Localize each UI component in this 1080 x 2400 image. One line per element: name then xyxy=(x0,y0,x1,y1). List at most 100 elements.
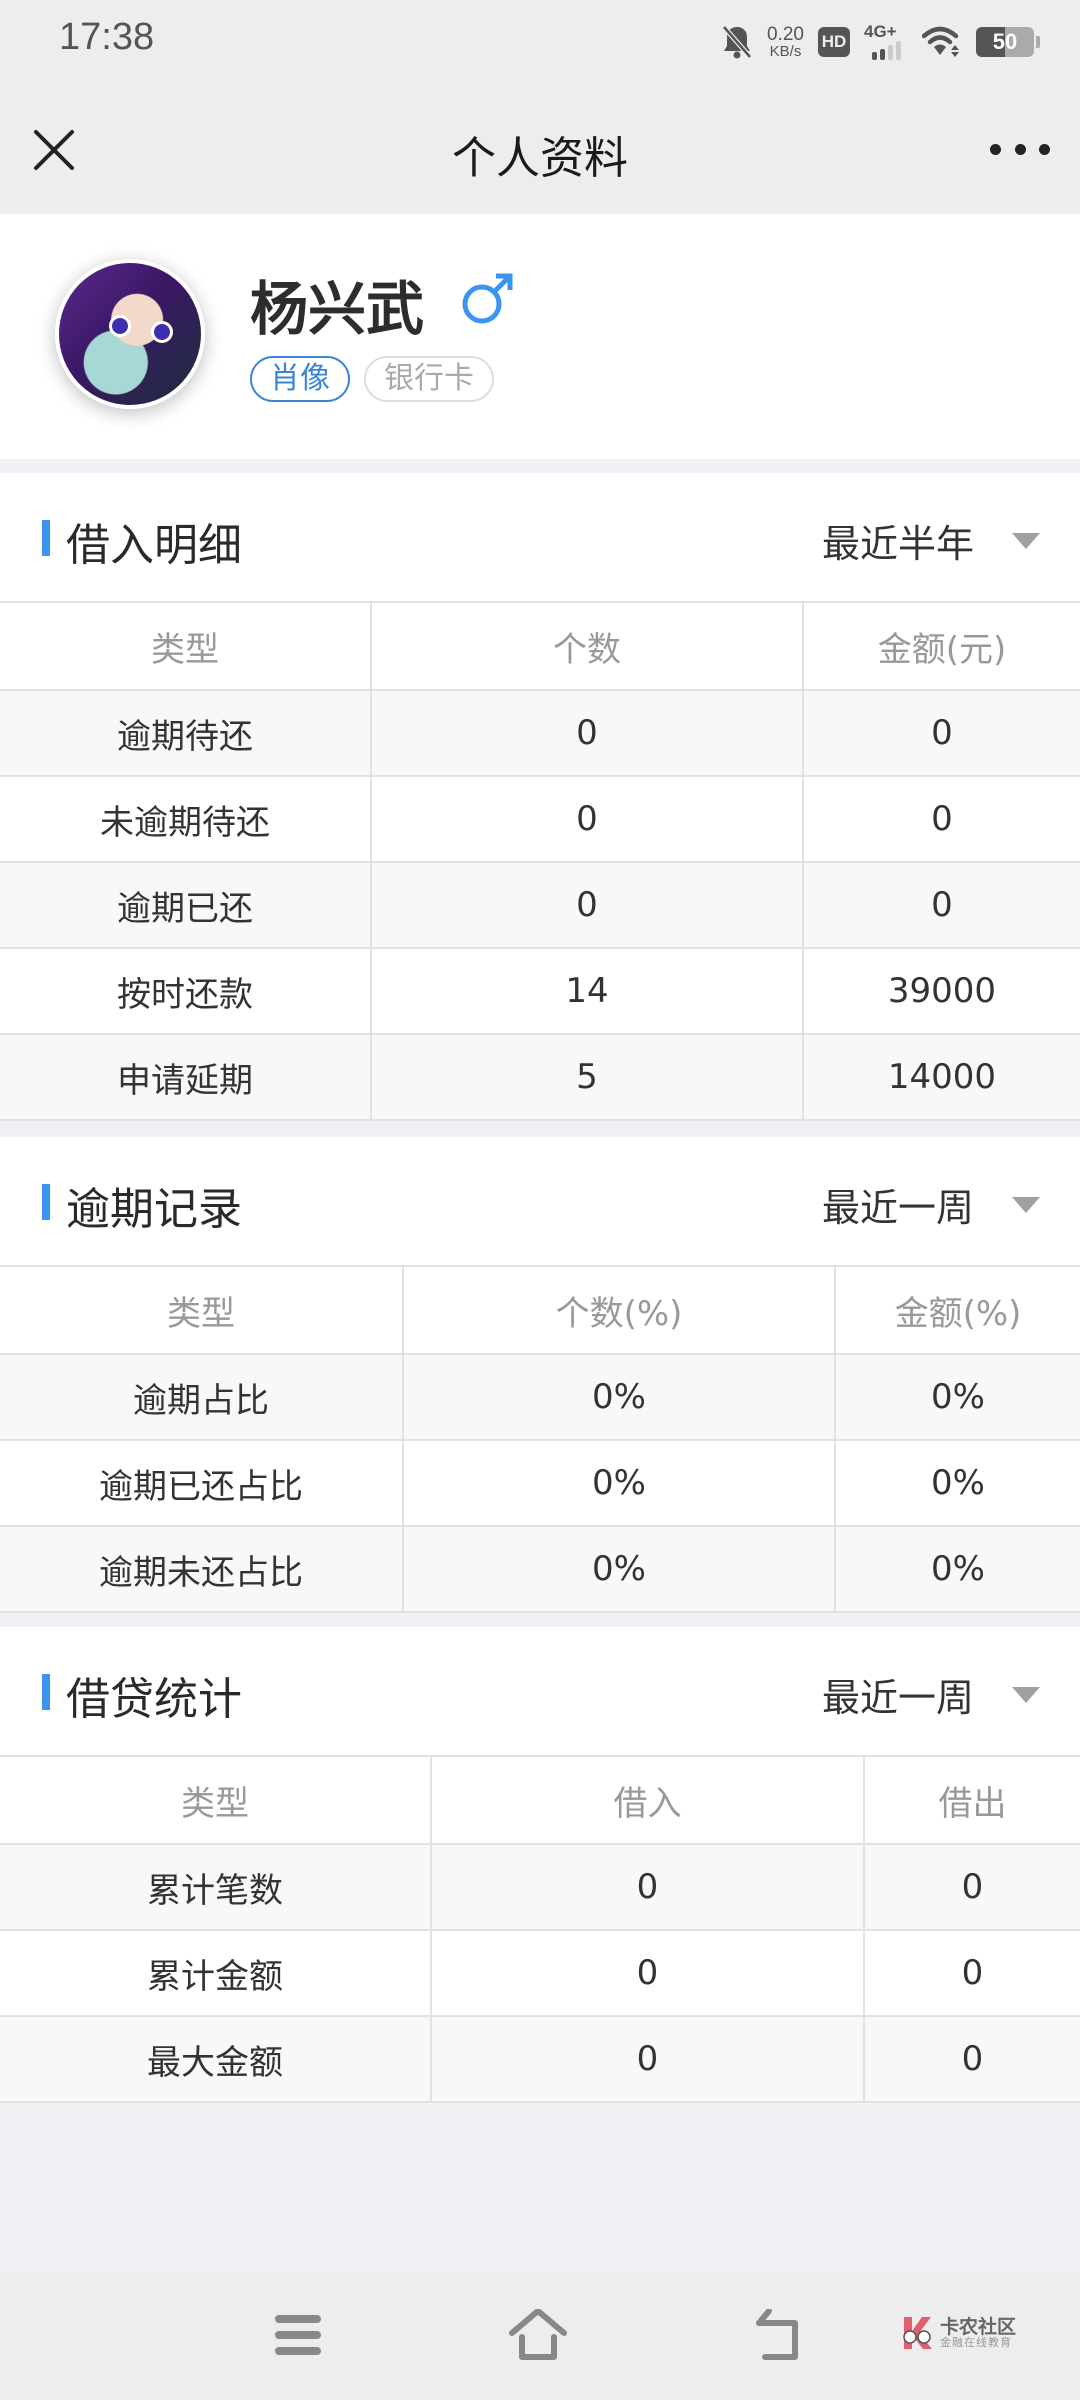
row-type: 逾期占比 xyxy=(0,1353,403,1441)
section-overdue-records: 逾期记录 最近一周 类型 个数(%) 金额(%) 逾期占比 0% 0% 逾期已还… xyxy=(0,1137,1080,1613)
row-type: 逾期已还 xyxy=(0,861,371,949)
signal-icon: 4G+ xyxy=(864,22,908,62)
dropdown-arrow-icon xyxy=(1012,1196,1040,1213)
borrow-details-table: 类型 个数 金额(元) 逾期待还 0 0 未逾期待还 0 0 逾期已还 0 0 … xyxy=(0,601,1080,1121)
table-row: 累计笔数 0 0 xyxy=(0,1843,1080,1931)
section-accent-bar xyxy=(42,1184,50,1220)
user-name: 杨兴武 xyxy=(250,275,425,343)
period-dropdown-value: 最近半年 xyxy=(821,522,974,566)
hd-icon: HD xyxy=(818,27,850,57)
row-type: 逾期待还 xyxy=(0,689,371,777)
row-lent: 0 xyxy=(863,2015,1080,2103)
row-type: 最大金额 xyxy=(0,2015,431,2103)
dropdown-arrow-icon xyxy=(1012,1686,1040,1703)
column-header: 类型 xyxy=(0,601,371,691)
tag-bank-card[interactable]: 银行卡 xyxy=(364,356,494,402)
row-type: 累计笔数 xyxy=(0,1843,431,1931)
row-amount: 39000 xyxy=(802,947,1080,1035)
row-amount: 0 xyxy=(802,775,1080,863)
row-amount-pct: 0% xyxy=(834,1353,1080,1441)
section-header: 借贷统计 最近一周 xyxy=(0,1627,1080,1755)
profile-card: 杨兴武 肖像 银行卡 xyxy=(0,214,1080,459)
tag-portrait[interactable]: 肖像 xyxy=(250,356,350,402)
row-type: 申请延期 xyxy=(0,1033,371,1121)
column-header: 个数(%) xyxy=(402,1265,835,1355)
row-type: 逾期未还占比 xyxy=(0,1525,403,1613)
watermark: 卡农社区 金融在线教育 xyxy=(900,2315,1016,2351)
column-header: 借出 xyxy=(863,1755,1080,1845)
dropdown-arrow-icon xyxy=(1012,532,1040,549)
table-row: 申请延期 5 14000 xyxy=(0,1033,1080,1121)
row-amount-pct: 0% xyxy=(834,1525,1080,1613)
row-borrowed: 0 xyxy=(430,1929,864,2017)
profile-tags: 肖像 银行卡 xyxy=(250,356,494,402)
period-dropdown[interactable]: 最近一周 xyxy=(822,1177,1040,1232)
column-header: 个数 xyxy=(370,601,803,691)
section-accent-bar xyxy=(42,520,50,556)
row-count: 0 xyxy=(370,775,803,863)
loan-statistics-table: 类型 借入 借出 累计笔数 0 0 累计金额 0 0 最大金额 0 0 xyxy=(0,1755,1080,2103)
watermark-subtitle: 金融在线教育 xyxy=(940,2336,1012,2350)
table-header-row: 类型 借入 借出 xyxy=(0,1755,1080,1845)
section-loan-statistics: 借贷统计 最近一周 类型 借入 借出 累计笔数 0 0 累计金额 0 0 最大金… xyxy=(0,1627,1080,2103)
table-row: 逾期待还 0 0 xyxy=(0,689,1080,777)
section-accent-bar xyxy=(42,1674,50,1710)
title-bar: 个人资料 xyxy=(0,84,1080,214)
table-row: 逾期已还占比 0% 0% xyxy=(0,1439,1080,1527)
row-count-pct: 0% xyxy=(402,1525,835,1613)
watermark-title: 卡农社区 xyxy=(940,2315,1017,2338)
back-icon[interactable] xyxy=(755,2309,805,2361)
row-amount: 0 xyxy=(802,861,1080,949)
battery-icon: 50 xyxy=(976,27,1034,57)
row-type: 未逾期待还 xyxy=(0,775,371,863)
bell-muted-icon xyxy=(722,25,752,59)
table-row: 逾期已还 0 0 xyxy=(0,861,1080,949)
row-count: 14 xyxy=(370,947,803,1035)
table-row: 未逾期待还 0 0 xyxy=(0,775,1080,863)
row-count: 0 xyxy=(370,861,803,949)
row-type: 逾期已还占比 xyxy=(0,1439,403,1527)
column-header: 类型 xyxy=(0,1265,403,1355)
row-amount: 14000 xyxy=(802,1033,1080,1121)
home-icon[interactable] xyxy=(508,2309,568,2361)
column-header: 类型 xyxy=(0,1755,431,1845)
section-title: 逾期记录 xyxy=(66,1184,242,1235)
row-lent: 0 xyxy=(863,1843,1080,1931)
row-count-pct: 0% xyxy=(402,1353,835,1441)
column-header: 金额(%) xyxy=(834,1265,1080,1355)
period-dropdown[interactable]: 最近半年 xyxy=(822,513,1040,568)
kanong-logo-icon xyxy=(903,2317,932,2349)
more-options-icon[interactable] xyxy=(990,134,1050,164)
section-title: 借入明细 xyxy=(66,520,242,571)
column-header: 金额(元) xyxy=(802,601,1080,691)
row-count: 5 xyxy=(370,1033,803,1121)
status-icons: 0.20 KB/s HD 4G+ 50 xyxy=(721,18,1040,66)
network-speed: 0.20 KB/s xyxy=(767,24,804,60)
column-header: 借入 xyxy=(430,1755,864,1845)
wifi-icon xyxy=(922,26,959,57)
status-bar: 17:38 0.20 KB/s HD 4G+ 50 xyxy=(0,0,1080,84)
table-header-row: 类型 个数(%) 金额(%) xyxy=(0,1265,1080,1355)
system-navigation-bar: 卡农社区 金融在线教育 xyxy=(0,2273,1080,2400)
row-borrowed: 0 xyxy=(430,2015,864,2103)
row-borrowed: 0 xyxy=(430,1843,864,1931)
period-dropdown[interactable]: 最近一周 xyxy=(822,1667,1040,1722)
row-type: 按时还款 xyxy=(0,947,371,1035)
table-row: 按时还款 14 39000 xyxy=(0,947,1080,1035)
male-gender-icon xyxy=(462,273,513,324)
avatar[interactable] xyxy=(55,259,205,409)
table-row: 逾期占比 0% 0% xyxy=(0,1353,1080,1441)
table-row: 逾期未还占比 0% 0% xyxy=(0,1525,1080,1613)
row-type: 累计金额 xyxy=(0,1929,431,2017)
section-borrow-details: 借入明细 最近半年 类型 个数 金额(元) 逾期待还 0 0 未逾期待还 0 0… xyxy=(0,473,1080,1121)
row-amount-pct: 0% xyxy=(834,1439,1080,1527)
table-header-row: 类型 个数 金额(元) xyxy=(0,601,1080,691)
section-title: 借贷统计 xyxy=(66,1674,242,1725)
row-amount: 0 xyxy=(802,689,1080,777)
overdue-records-table: 类型 个数(%) 金额(%) 逾期占比 0% 0% 逾期已还占比 0% 0% 逾… xyxy=(0,1265,1080,1613)
recent-apps-menu-icon[interactable] xyxy=(275,2315,321,2355)
period-dropdown-value: 最近一周 xyxy=(821,1186,974,1230)
table-row: 累计金额 0 0 xyxy=(0,1929,1080,2017)
period-dropdown-value: 最近一周 xyxy=(821,1676,974,1720)
status-time: 17:38 xyxy=(59,16,155,58)
